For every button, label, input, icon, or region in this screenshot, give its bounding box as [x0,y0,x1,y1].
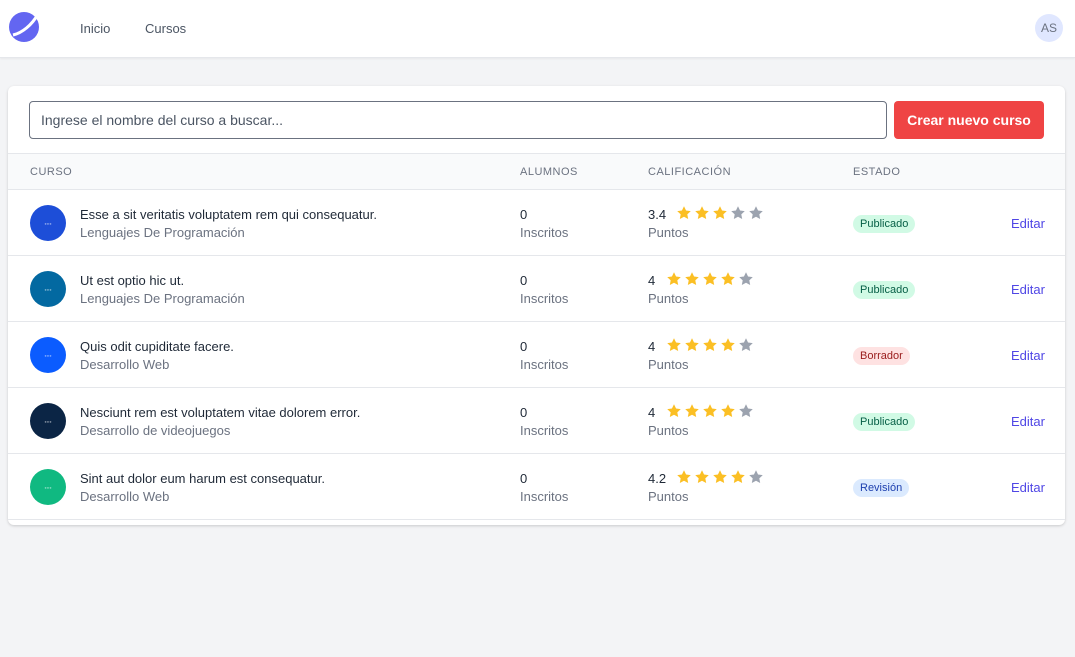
students-label: Inscritos [520,291,569,306]
rating-stars [666,271,754,287]
star-empty-icon [739,338,753,351]
status-badge: Borrador [853,347,910,365]
rating-value: 4.2 [648,471,667,486]
star-filled-icon [695,470,709,483]
students-label: Inscritos [520,225,569,240]
status-badge: Revisión [853,479,910,497]
star-empty-icon [749,206,763,219]
rating-value: 4 [648,273,656,288]
nav-link-cursos[interactable]: Cursos [145,21,186,36]
rating-value: 4 [648,339,656,354]
edit-link[interactable]: Editar [1011,216,1045,231]
star-filled-icon [667,338,681,351]
star-filled-icon [677,206,691,219]
edit-link[interactable]: Editar [1011,414,1045,429]
edit-link[interactable]: Editar [1011,480,1045,495]
star-filled-icon [703,338,717,351]
star-filled-icon [731,470,745,483]
table-row: ●●● Ut est optio hic ut. Lenguajes De Pr… [8,256,1065,322]
course-title: Sint aut dolor eum harum est consequatur… [80,471,325,486]
table-row: ●●● Nesciunt rem est voluptatem vitae do… [8,388,1065,454]
table-row: ●●● Sint aut dolor eum harum est consequ… [8,454,1065,520]
star-filled-icon [695,206,709,219]
course-category: Desarrollo Web [80,489,170,504]
star-filled-icon [667,404,681,417]
table-header: Curso Alumnos Calificación Estado [8,153,1065,190]
rating-value: 4 [648,405,656,420]
top-navbar: Inicio Cursos AS [0,0,1075,58]
column-header-estado: Estado [853,166,901,178]
star-filled-icon [685,272,699,285]
rating-stars [676,205,764,221]
students-count: 0 [520,471,528,486]
course-thumbnail: ●●● [30,403,66,439]
points-label: Puntos [648,225,689,240]
column-header-alumnos: Alumnos [520,166,578,178]
status-badge: Publicado [853,215,916,233]
students-count: 0 [520,405,528,420]
star-filled-icon [713,470,727,483]
courses-card: Crear nuevo curso Curso Alumnos Califica… [8,86,1065,525]
course-thumbnail: ●●● [30,205,66,241]
course-thumbnail: ●●● [30,469,66,505]
students-count: 0 [520,339,528,354]
star-empty-icon [749,470,763,483]
course-category: Desarrollo de videojuegos [80,423,231,438]
course-title: Esse a sit veritatis voluptatem rem qui … [80,207,377,222]
star-filled-icon [703,272,717,285]
course-category: Lenguajes De Programación [80,225,245,240]
students-label: Inscritos [520,489,569,504]
rating-stars [676,469,764,485]
star-filled-icon [703,404,717,417]
rating-stars [666,337,754,353]
edit-link[interactable]: Editar [1011,348,1045,363]
star-filled-icon [721,272,735,285]
star-filled-icon [721,338,735,351]
table-row: ●●● Quis odit cupiditate facere. Desarro… [8,322,1065,388]
course-thumbnail: ●●● [30,337,66,373]
star-filled-icon [677,470,691,483]
column-header-curso: Curso [30,166,73,178]
status-badge: Publicado [853,281,916,299]
star-filled-icon [685,404,699,417]
star-empty-icon [739,272,753,285]
create-course-button[interactable]: Crear nuevo curso [894,101,1044,139]
star-filled-icon [721,404,735,417]
points-label: Puntos [648,357,689,372]
course-thumbnail: ●●● [30,271,66,307]
points-label: Puntos [648,489,689,504]
star-filled-icon [667,272,681,285]
edit-link[interactable]: Editar [1011,282,1045,297]
students-count: 0 [520,207,528,222]
nav-link-inicio[interactable]: Inicio [80,21,110,36]
points-label: Puntos [648,423,689,438]
students-count: 0 [520,273,528,288]
search-input[interactable] [29,101,887,139]
table-row: ●●● Esse a sit veritatis voluptatem rem … [8,190,1065,256]
course-category: Desarrollo Web [80,357,170,372]
star-empty-icon [731,206,745,219]
students-label: Inscritos [520,357,569,372]
status-badge: Publicado [853,413,916,431]
rating-value: 3.4 [648,207,667,222]
star-empty-icon [739,404,753,417]
star-filled-icon [713,206,727,219]
column-header-calificacion: Calificación [648,166,732,178]
students-label: Inscritos [520,423,569,438]
course-title: Nesciunt rem est voluptatem vitae dolore… [80,405,361,420]
star-filled-icon [685,338,699,351]
rating-stars [666,403,754,419]
course-title: Quis odit cupiditate facere. [80,339,234,354]
user-avatar[interactable]: AS [1035,14,1063,42]
points-label: Puntos [648,291,689,306]
planet-logo-icon[interactable] [8,11,40,43]
course-title: Ut est optio hic ut. [80,273,185,288]
course-category: Lenguajes De Programación [80,291,245,306]
